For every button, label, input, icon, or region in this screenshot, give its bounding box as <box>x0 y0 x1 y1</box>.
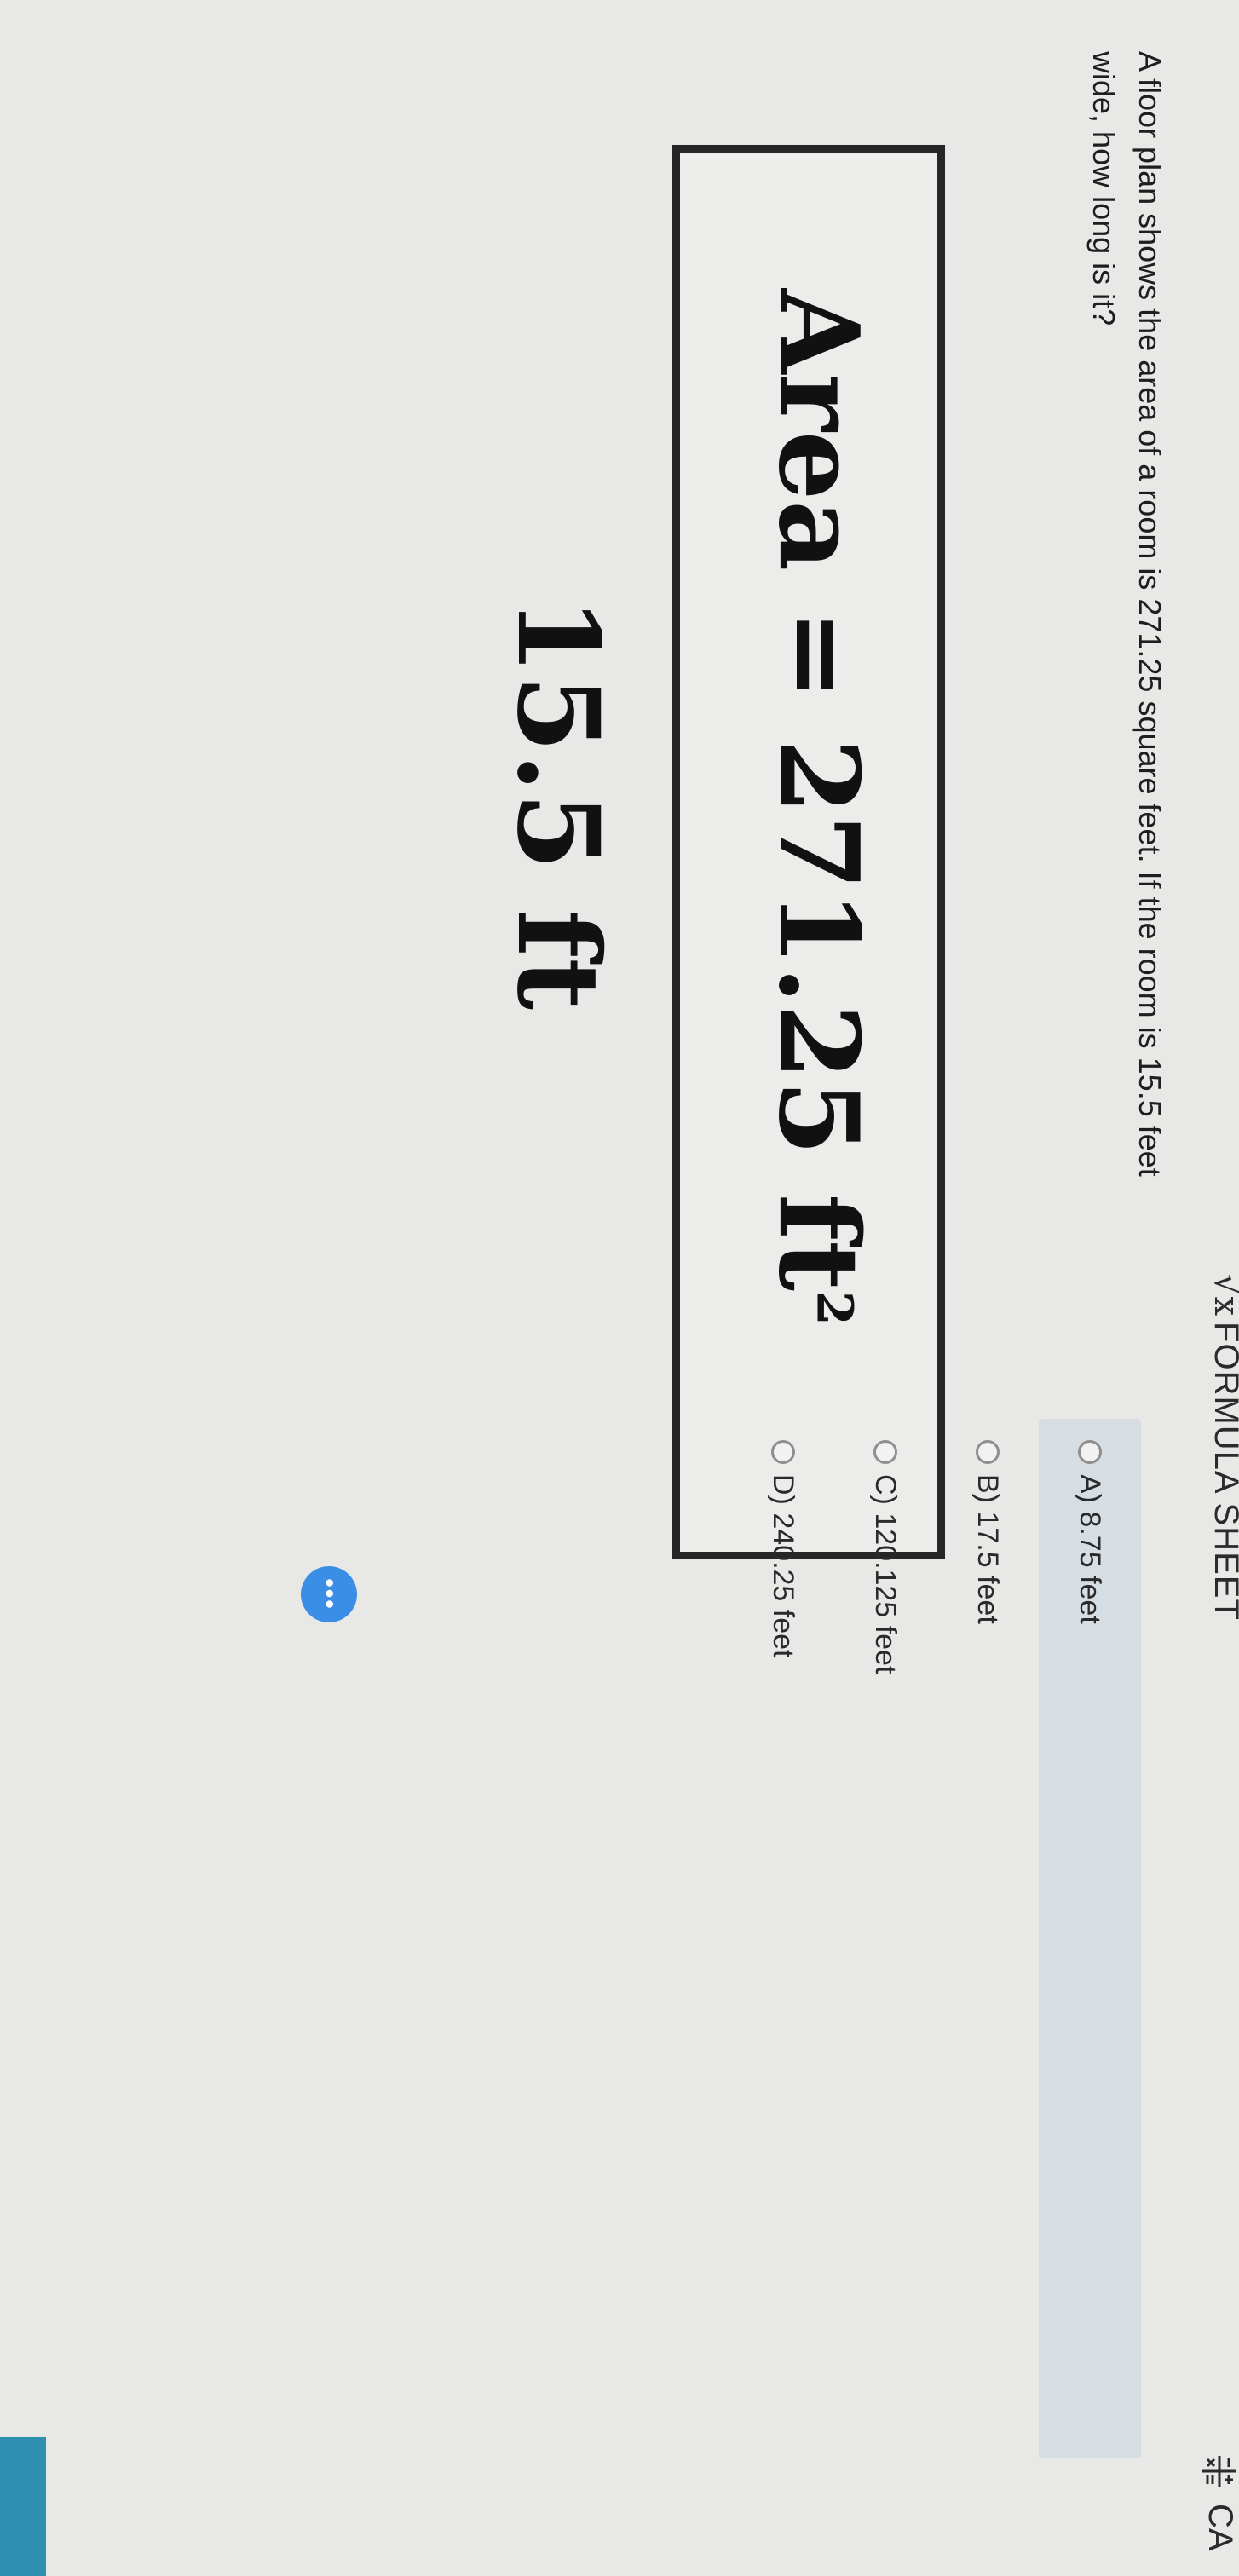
calculator-label: CA <box>1202 2504 1239 2551</box>
toolbar: √x FORMULA SHEET CA <box>1179 0 1239 2576</box>
area-label: Area = 271.25 ft2 <box>750 289 886 1325</box>
page: √x FORMULA SHEET CA A floor plan shows t… <box>0 0 1239 2576</box>
area-exponent: 2 <box>805 1291 864 1326</box>
area-text: Area = 271.25 ft <box>754 289 882 1292</box>
choice-b-label: 17.5 feet <box>971 1511 1005 1624</box>
radio-b[interactable] <box>976 1440 1000 1464</box>
calculator-button[interactable]: CA <box>1201 2454 1239 2551</box>
calculator-icon <box>1202 2454 1239 2488</box>
choice-b[interactable]: B) 17.5 feet <box>936 1419 1039 2576</box>
more-options-button[interactable]: ••• <box>301 1566 357 1622</box>
radio-a[interactable] <box>1078 1440 1102 1464</box>
choice-c-label: 120.125 feet <box>869 1513 902 1674</box>
choice-a-label: 8.75 feet <box>1074 1511 1107 1624</box>
square-root-icon: √x <box>1207 1274 1239 1317</box>
question-text: A floor plan shows the area of a room is… <box>1086 51 1167 1177</box>
choice-d[interactable]: D) 240.25 feet <box>732 1419 834 2576</box>
choice-c[interactable]: C) 120.125 feet <box>834 1419 936 2576</box>
answer-choices: A) 8.75 feet B) 17.5 feet C) 120.125 fee… <box>732 1419 1141 2576</box>
choice-b-letter: B) <box>971 1474 1005 1503</box>
choice-c-letter: C) <box>869 1474 902 1505</box>
test-screen: √x FORMULA SHEET CA A floor plan shows t… <box>0 0 1239 2576</box>
formula-sheet-button[interactable]: √x FORMULA SHEET <box>1207 1274 1239 1621</box>
radio-d[interactable] <box>771 1440 795 1464</box>
choice-a-letter: A) <box>1074 1474 1107 1503</box>
room-diagram: Area = 271.25 ft2 <box>672 145 945 1559</box>
choice-d-letter: D) <box>767 1474 800 1505</box>
choice-d-label: 240.25 feet <box>767 1513 800 1658</box>
formula-sheet-label: FORMULA SHEET <box>1207 1322 1239 1621</box>
radio-c[interactable] <box>873 1440 897 1464</box>
width-label: 15.5 ft <box>492 596 624 1011</box>
choice-a[interactable]: A) 8.75 feet <box>1039 1419 1141 2458</box>
side-accent-bar <box>0 2437 46 2576</box>
